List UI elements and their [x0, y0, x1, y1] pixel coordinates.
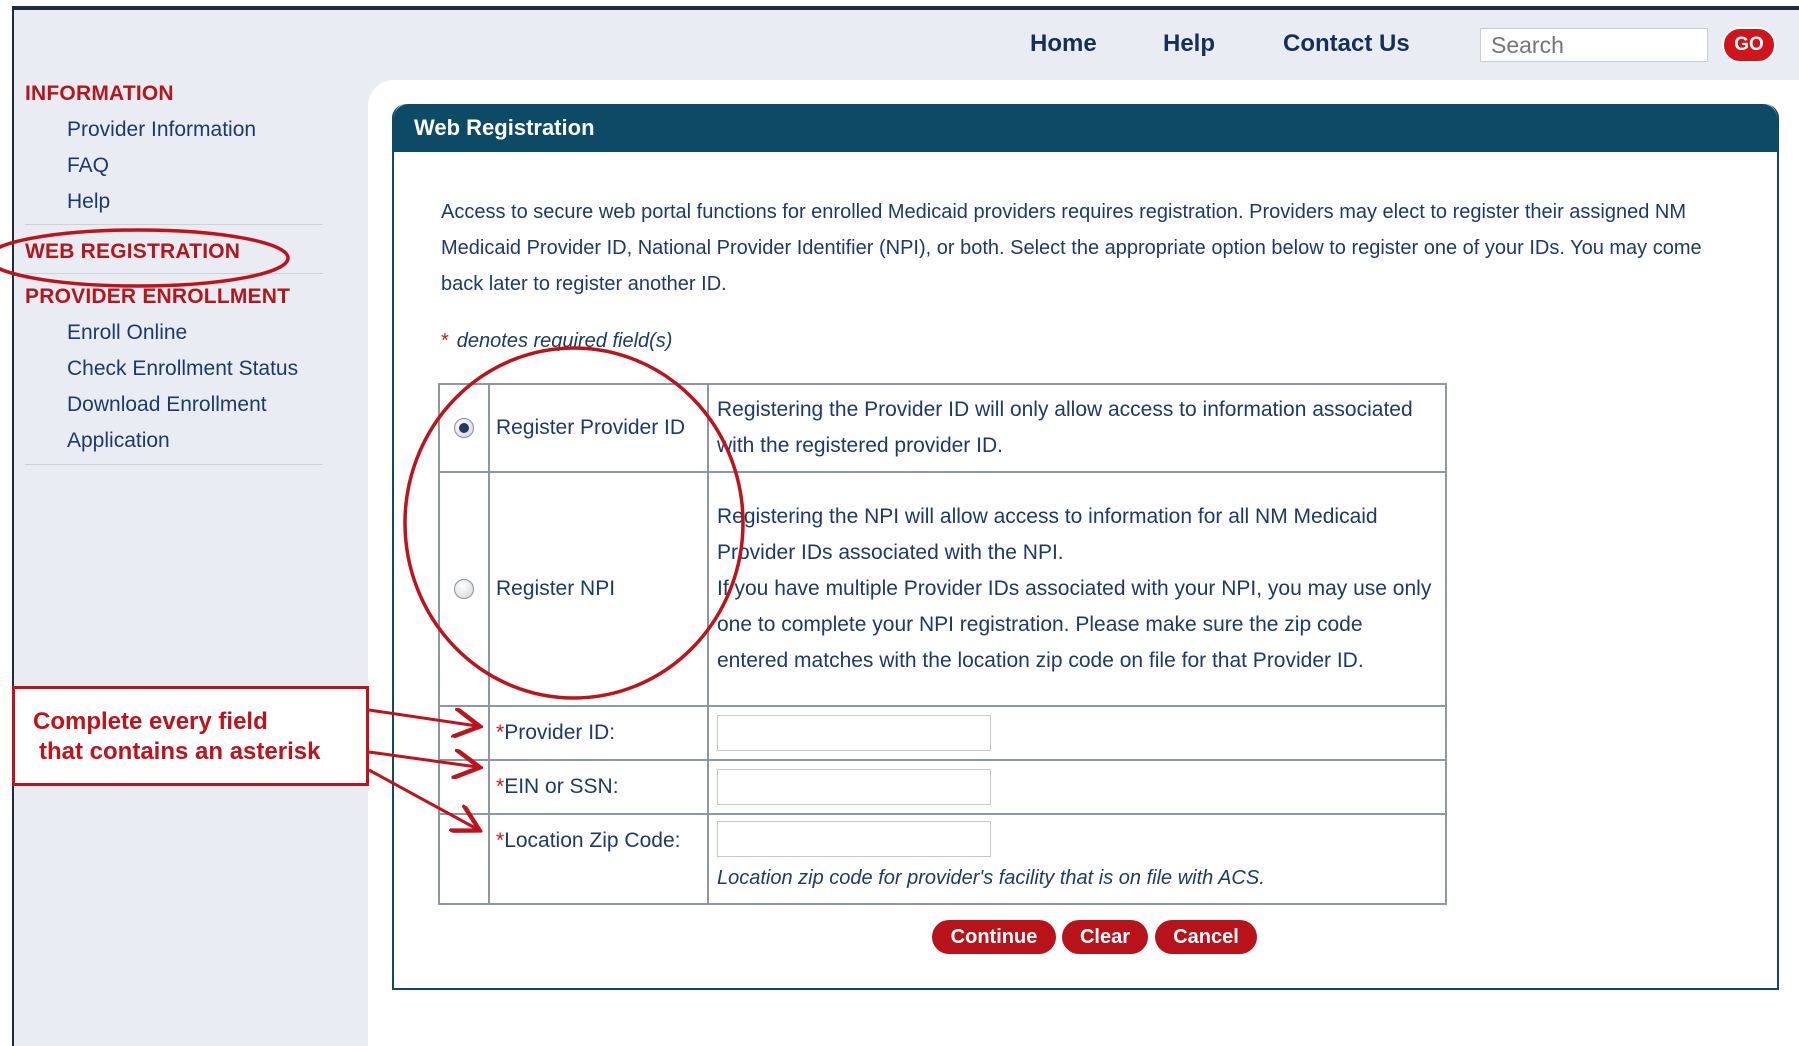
web-registration-highlight-ellipse	[0, 228, 290, 288]
arrow-to-zip-code	[368, 768, 477, 829]
arrow-to-ein-ssn	[368, 752, 477, 767]
radio-options-highlight-ellipse	[403, 346, 745, 700]
annotation-overlay	[0, 228, 745, 1046]
arrow-to-provider-id	[368, 710, 477, 726]
